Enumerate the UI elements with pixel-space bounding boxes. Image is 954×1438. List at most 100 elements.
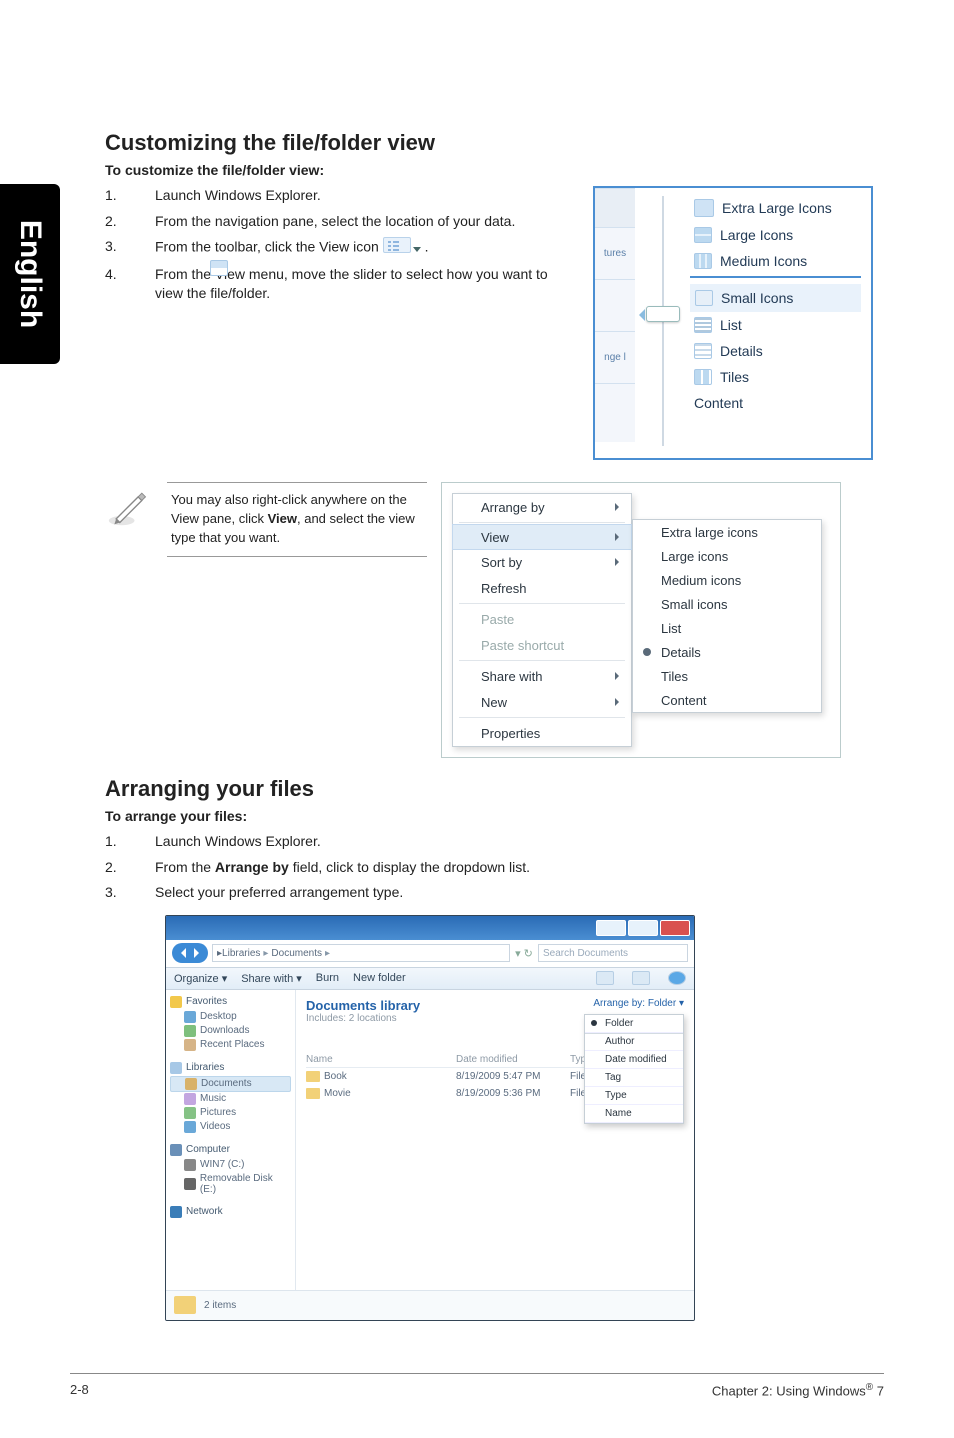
partial-tab-mid: [595, 280, 635, 332]
partial-tab-ngel: nge l: [595, 332, 635, 384]
sidebar-tab-label: English: [13, 220, 47, 328]
ctx-new[interactable]: New: [453, 689, 631, 715]
breadcrumb-documents[interactable]: Documents: [271, 948, 322, 959]
folder-icon: [306, 1071, 320, 1082]
arrange-opt-author[interactable]: Author: [585, 1033, 683, 1051]
ctx-sort-by[interactable]: Sort by: [453, 549, 631, 575]
sub-tiles[interactable]: Tiles: [633, 664, 821, 688]
view-mode-button[interactable]: [596, 971, 614, 985]
sub-large-icons[interactable]: Large icons: [633, 544, 821, 568]
arrange-opt-tag[interactable]: Tag: [585, 1069, 683, 1087]
nav-pictures[interactable]: Pictures: [200, 1107, 236, 1118]
arrange-opt-date-modified[interactable]: Date modified: [585, 1051, 683, 1069]
s2-step1-num: 1.: [105, 832, 125, 852]
view-option-small-icons[interactable]: Small Icons: [690, 284, 861, 312]
view-slider-thumb[interactable]: [646, 306, 680, 322]
sub-content[interactable]: Content: [633, 688, 821, 712]
ctx-arrange-by[interactable]: Arrange by: [453, 494, 631, 520]
view-option-large-icons[interactable]: Large Icons: [690, 222, 861, 248]
new-folder-button[interactable]: New folder: [353, 972, 406, 984]
nav-win7-c[interactable]: WIN7 (C:): [200, 1159, 244, 1170]
nav-downloads[interactable]: Downloads: [200, 1025, 249, 1036]
content-icon: [210, 260, 228, 276]
view-option-list[interactable]: List: [690, 312, 861, 338]
nav-music[interactable]: Music: [200, 1093, 226, 1104]
view-option-medium-icons[interactable]: Medium Icons: [690, 248, 861, 274]
nav-documents[interactable]: Documents: [201, 1078, 252, 1089]
status-bar: 2 items: [166, 1290, 694, 1320]
col-date-modified[interactable]: Date modified: [456, 1054, 570, 1065]
maximize-button[interactable]: [628, 920, 658, 936]
section2-title: Arranging your files: [105, 776, 885, 802]
recent-places-icon: [184, 1039, 196, 1051]
footer-rule: [70, 1373, 884, 1374]
partial-tab-tures: tures: [595, 228, 635, 280]
nav-network[interactable]: Network: [186, 1206, 223, 1217]
s2-step2-body: From the Arrange by field, click to disp…: [155, 858, 885, 878]
sidebar-tab: English: [0, 184, 60, 364]
preview-pane-button[interactable]: [632, 971, 650, 985]
toolbar: Organize ▾ Share with ▾ Burn New folder: [166, 968, 694, 990]
documents-icon: [185, 1078, 197, 1090]
step3-body-post: .: [425, 239, 429, 255]
sub-small-icons[interactable]: Small icons: [633, 592, 821, 616]
back-forward-buttons[interactable]: [172, 943, 208, 963]
ctx-share-with[interactable]: Share with: [453, 663, 631, 689]
burn-button[interactable]: Burn: [316, 972, 339, 984]
nav-recent-places[interactable]: Recent Places: [200, 1039, 264, 1050]
view-option-details[interactable]: Details: [690, 338, 861, 364]
nav-desktop[interactable]: Desktop: [200, 1011, 237, 1022]
arrange-by-value[interactable]: Folder ▾: [648, 998, 684, 1009]
nav-libraries[interactable]: Libraries: [186, 1062, 224, 1073]
nav-computer[interactable]: Computer: [186, 1144, 230, 1155]
col-name[interactable]: Name: [306, 1054, 456, 1065]
ctx-view[interactable]: View: [452, 524, 632, 550]
close-button[interactable]: [660, 920, 690, 936]
nav-favorites[interactable]: Favorites: [186, 996, 227, 1007]
arrange-opt-folder[interactable]: Folder: [585, 1015, 683, 1033]
sub-list[interactable]: List: [633, 616, 821, 640]
footer-chapter: Chapter 2: Using Windows® 7: [712, 1382, 884, 1398]
partial-tab-bottom: [595, 384, 635, 442]
help-button[interactable]: [668, 971, 686, 985]
ctx-refresh[interactable]: Refresh: [453, 575, 631, 601]
status-folder-icon: [174, 1296, 196, 1314]
ctx-properties[interactable]: Properties: [453, 720, 631, 746]
breadcrumb-libraries[interactable]: Libraries: [222, 948, 260, 959]
organize-menu[interactable]: Organize ▾: [174, 972, 227, 985]
removable-disk-icon: [184, 1178, 196, 1190]
arrange-opt-type[interactable]: Type: [585, 1087, 683, 1105]
step3-num: 3.: [105, 237, 125, 259]
sub-medium-icons[interactable]: Medium icons: [633, 568, 821, 592]
arrange-opt-name[interactable]: Name: [585, 1105, 683, 1123]
s2-step1-body: Launch Windows Explorer.: [155, 832, 885, 852]
breadcrumb-bar[interactable]: ▸ Libraries ▸ Documents ▸: [212, 944, 510, 962]
search-input[interactable]: Search Documents: [538, 944, 688, 962]
step3-body-pre: From the toolbar, click the View icon: [155, 239, 383, 255]
nav-videos[interactable]: Videos: [200, 1121, 230, 1132]
share-with-menu[interactable]: Share with ▾: [241, 972, 302, 985]
pictures-icon: [184, 1107, 196, 1119]
folder-icon: [306, 1088, 320, 1099]
view-icon: [383, 237, 421, 259]
large-icons-icon: [694, 227, 712, 243]
extra-large-icons-icon: [694, 199, 714, 217]
navigation-pane: Favorites Desktop Downloads Recent Place…: [166, 990, 296, 1290]
sub-details[interactable]: Details: [633, 640, 821, 664]
details-icon: [694, 343, 712, 359]
s2-step3-num: 3.: [105, 883, 125, 903]
forward-arrow-icon: [194, 948, 204, 958]
view-option-content[interactable]: Content: [690, 390, 861, 416]
sub-extra-large-icons[interactable]: Extra large icons: [633, 520, 821, 544]
view-slider-track[interactable]: [656, 196, 670, 446]
view-option-tiles[interactable]: Tiles: [690, 364, 861, 390]
status-items: 2 items: [204, 1300, 236, 1311]
back-arrow-icon: [176, 948, 186, 958]
step2-body: From the navigation pane, select the loc…: [155, 212, 575, 232]
view-option-extra-large-icons[interactable]: Extra Large Icons: [690, 194, 861, 222]
libraries-icon: [170, 1062, 182, 1074]
section2-subhead: To arrange your files:: [105, 808, 885, 824]
nav-removable-e[interactable]: Removable Disk (E:): [200, 1173, 291, 1195]
section1-title: Customizing the file/folder view: [105, 130, 885, 156]
minimize-button[interactable]: [596, 920, 626, 936]
